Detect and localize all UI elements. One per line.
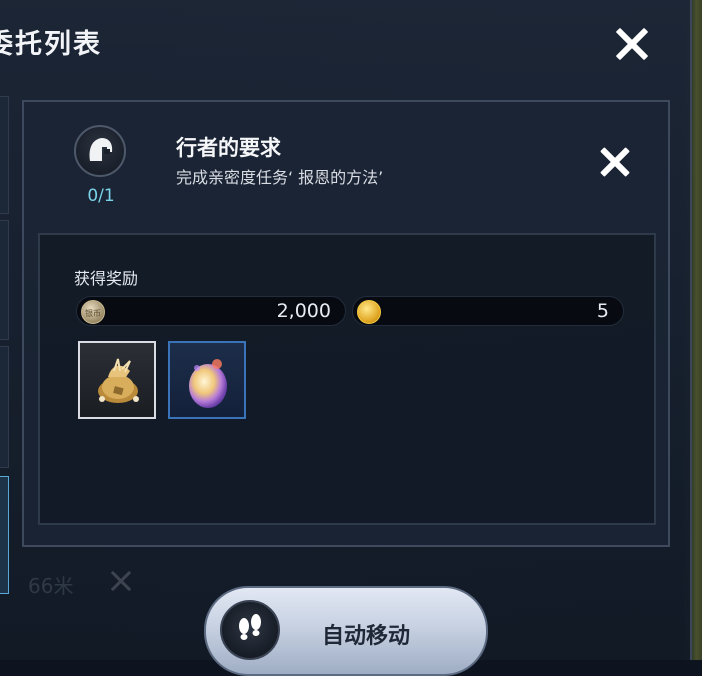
silver-coin-icon: 银币 (81, 300, 105, 324)
quest-close-icon[interactable] (597, 144, 633, 180)
reward-panel: 获得奖励 银币 2,000 5 (38, 233, 656, 525)
commission-list-window: 委托列表 66米 0/1 行者的要求 完成亲密度任务‘ 报恩的方法’ 获得奖励 … (0, 0, 692, 660)
faded-close-icon (108, 568, 134, 594)
reward-item-egg[interactable] (168, 341, 246, 419)
gold-coin-icon (357, 300, 381, 324)
list-tab[interactable] (0, 96, 9, 214)
helmet-icon (74, 125, 126, 177)
quest-card: 0/1 行者的要求 完成亲密度任务‘ 报恩的方法’ 获得奖励 银币 2,000 … (22, 100, 670, 547)
list-tab[interactable] (0, 346, 9, 468)
reward-label: 获得奖励 (74, 269, 139, 288)
footprints-icon (220, 600, 280, 660)
window-title: 委托列表 (0, 29, 102, 60)
quest-progress: 0/1 (87, 186, 115, 206)
distance-text: 66米 (28, 574, 74, 598)
glowing-egg-icon (183, 354, 233, 410)
list-tab[interactable] (0, 220, 9, 340)
quest-description: 完成亲密度任务‘ 报恩的方法’ (176, 168, 384, 187)
gold-currency-bar: 5 (352, 296, 624, 326)
silver-currency-bar: 银币 2,000 (76, 296, 346, 326)
auto-move-label: 自动移动 (322, 624, 411, 649)
list-tab-active[interactable] (0, 476, 9, 594)
window-close-icon[interactable] (612, 24, 652, 64)
gold-amount: 5 (596, 300, 609, 322)
svg-text:银币: 银币 (85, 308, 101, 318)
silver-amount: 2,000 (276, 300, 331, 322)
auto-move-button[interactable]: 自动移动 (204, 586, 488, 676)
quest-title: 行者的要求 (176, 136, 281, 160)
gold-pouch-icon (92, 357, 144, 405)
reward-item-gold-pouch[interactable] (78, 341, 156, 419)
